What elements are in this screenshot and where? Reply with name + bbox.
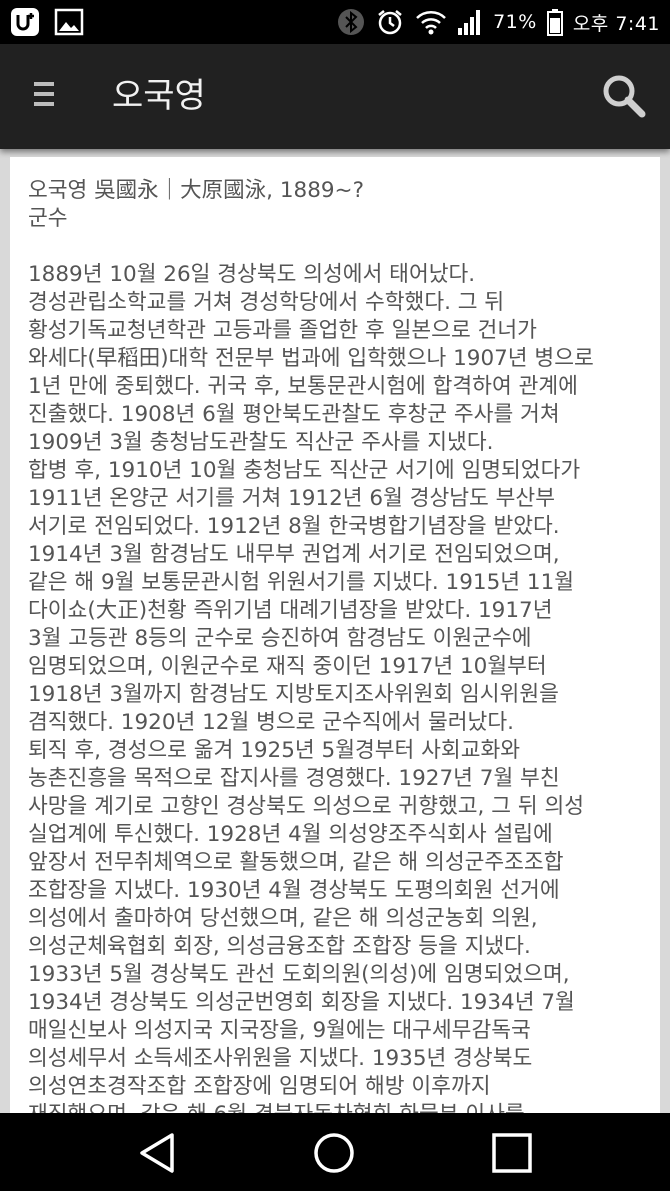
navigation-bar [0,1113,670,1191]
body-line: 황성기독교청년학관 고등과를 졸업한 후 일본으로 건너가 [28,318,537,343]
body-line: 1년 만에 중퇴했다. 귀국 후, 보통문관시험에 합격하여 관계에 [28,374,578,399]
article-content[interactable]: 오국영 吳國永｜大原國泳, 1889~? 군수 1889년 10월 26일 경상… [10,157,660,1113]
bluetooth-icon [338,9,365,35]
body-line: 사망을 계기로 고향인 경상북도 의성으로 귀향했고, 그 뒤 의성 [28,794,585,819]
body-line: 1934년 경상북도 의성군번영회 회장을 지냈다. 1934년 7월 [28,990,575,1015]
body-line: 임명되었으며, 이원군수로 재직 중이던 1917년 10월부터 [28,654,547,679]
body-line: 앞장서 전무취체역으로 활동했으며, 같은 해 의성군주조조합 [28,850,564,875]
page-title: 오국영 [112,76,206,116]
body-line: 경성관립소학교를 거쳐 경성학당에서 수학했다. 그 뒤 [28,290,505,315]
home-icon[interactable] [310,1129,358,1177]
body-line: 1909년 3월 충청남도관찰도 직산군 주사를 지냈다. [28,430,494,455]
body-line: 농촌진흥을 목적으로 잡지사를 경영했다. 1927년 7월 부친 [28,766,560,791]
article-heading: 오국영 吳國永｜大原國泳, 1889~? [28,178,364,203]
app-bar: 오국영 [0,44,670,149]
body-line: 1933년 5월 경상북도 관선 도회의원(의성)에 임명되었으며, [28,962,570,987]
battery-percent: 71% [493,11,537,33]
body-line: 서기로 전임되었다. 1912년 8월 한국병합기념장을 받았다. [28,514,560,539]
body-line: 진출했다. 1908년 6월 평안북도관찰도 후창군 주사를 거쳐 [28,402,560,427]
menu-icon[interactable] [34,82,58,112]
wifi-icon [416,11,446,35]
alarm-icon [378,10,402,35]
body-line: 매일신보사 의성지국 지국장을, 9월에는 대구세무감독국 [28,1018,531,1043]
battery-icon [546,9,563,36]
body-line: 다이쇼(大正)천황 즉위기념 대례기념장을 받았다. 1917년 [28,598,553,623]
body-line: 의성군체육협회 회장, 의성금융조합 조합장 등을 지냈다. [28,934,531,959]
search-icon[interactable] [600,72,648,120]
body-line: 퇴직 후, 경성으로 옮겨 1925년 5월경부터 사회교화와 [28,738,521,763]
body-line: 실업계에 투신했다. 1928년 4월 의성양조주식회사 설립에 [28,822,553,847]
article-body: 1889년 10월 26일 경상북도 의성에서 태어났다. 경성관립소학교를 거… [28,261,642,1113]
body-line: 조합장을 지냈다. 1930년 4월 경상북도 도평의회원 선거에 [28,878,560,903]
body-line: 겸직했다. 1920년 12월 병으로 군수직에서 물러났다. [28,710,514,735]
gallery-icon [54,8,84,36]
body-line: 의성세무서 소득세조사위원을 지냈다. 1935년 경상북도 [28,1046,533,1071]
body-line: 3월 고등관 8등의 군수로 승진하여 함경남도 이원군수에 [28,626,532,651]
body-line: 1911년 온양군 서기를 거쳐 1912년 6월 경상남도 부산부 [28,486,555,511]
body-line: 와세다(早稻田)대학 전문부 법과에 입학했으나 1907년 병으로 [28,346,594,371]
status-bar: 71% 오후 7:41 [0,0,670,44]
body-line: 합병 후, 1910년 10월 충청남도 직산군 서기에 임명되었다가 [28,458,581,483]
signal-icon [458,10,481,35]
body-line: 같은 해 9월 보통문관시험 위원서기를 지냈다. 1915년 11월 [28,570,575,595]
body-line: 1918년 3월까지 함경남도 지방토지조사위원회 임시위원을 [28,682,559,707]
body-line: 의성연초경작조합 조합장에 임명되어 해방 이후까지 [28,1074,491,1099]
body-line: 1914년 3월 함경남도 내무부 권업계 서기로 전임되었으며, [28,542,560,567]
body-line: 재직했으며, 같은 해 6월 경북자동차협회 화물부 이사를 [28,1101,642,1113]
status-time: 오후 7:41 [572,12,660,35]
status-bar-left [10,7,84,37]
recent-apps-icon[interactable] [488,1129,536,1177]
u-plus-icon [11,8,39,36]
body-line: 의성에서 출마하여 당선했으며, 같은 해 의성군농회 의원, [28,906,538,931]
article-subheading: 군수 [28,206,68,231]
status-bar-right: 71% 오후 7:41 [337,6,660,38]
back-icon[interactable] [134,1129,182,1177]
body-line: 1889년 10월 26일 경상북도 의성에서 태어났다. [28,262,476,287]
